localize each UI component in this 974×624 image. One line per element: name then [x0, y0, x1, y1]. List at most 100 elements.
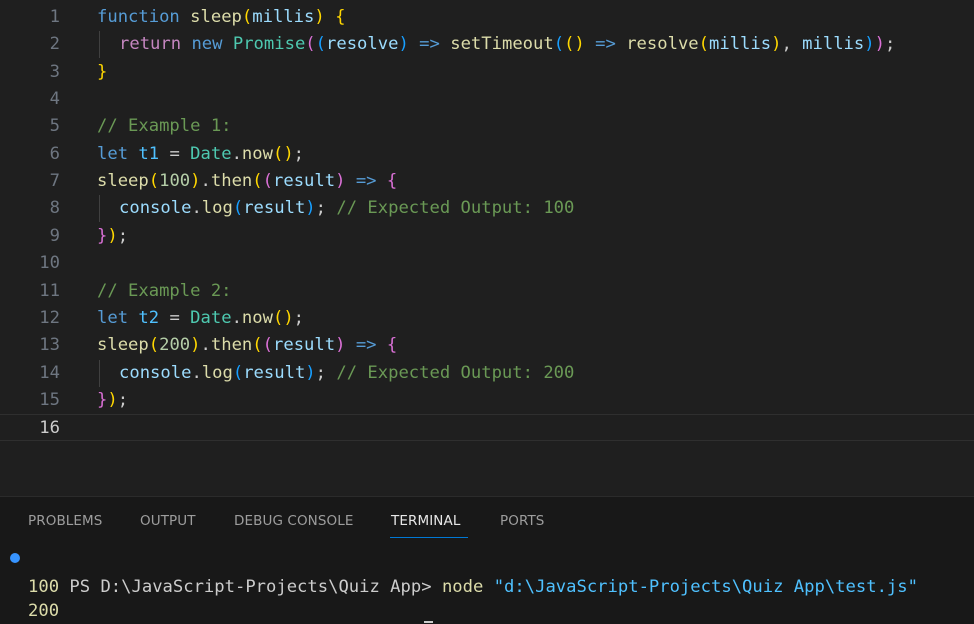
terminal-cursor	[424, 621, 433, 623]
code-token: )	[398, 34, 409, 55]
code-line[interactable]: 7 sleep(100).then((result) => {	[0, 168, 974, 195]
terminal-command-line[interactable]: PS D:\JavaScript-Projects\Quiz App> node…	[28, 550, 918, 597]
code-line[interactable]: 15});	[0, 387, 974, 414]
line-number: 16	[39, 418, 60, 439]
code-token: result	[243, 198, 306, 219]
indent-guide	[99, 31, 100, 59]
active-tab-indicator	[390, 537, 468, 538]
code-text: sleep(200).then((result) => {	[97, 332, 397, 359]
terminal-argument: "d:\JavaScript-Projects\Quiz App\test.js…	[493, 577, 918, 597]
code-token: millis	[252, 7, 315, 27]
code-token: // Expected Output: 100	[336, 198, 575, 219]
code-token: ;	[315, 362, 337, 383]
code-token: .	[231, 143, 242, 164]
line-number: 3	[49, 61, 60, 82]
code-text: });	[97, 387, 128, 414]
code-token: // Example 2:	[97, 280, 232, 301]
code-token: function	[97, 7, 180, 27]
line-number: 5	[49, 116, 60, 137]
code-token: sleep	[97, 335, 149, 356]
code-token: =>	[355, 171, 377, 192]
code-line[interactable]: 4	[0, 86, 974, 113]
line-number: 10	[39, 253, 60, 274]
code-token: Date	[190, 143, 232, 164]
tab-output[interactable]: OUTPUT	[140, 513, 196, 529]
code-text: function sleep(millis) {	[97, 4, 345, 31]
code-token: (	[698, 34, 709, 55]
code-line[interactable]: 9});	[0, 223, 974, 250]
terminal-command: node	[441, 577, 484, 597]
line-number: 15	[39, 389, 60, 410]
code-line[interactable]: 12 let t2 = Date.now();	[0, 305, 974, 332]
code-line[interactable]: 14 console.log(result); // Expected Outpu…	[0, 359, 974, 387]
code-token: // Example 1:	[97, 116, 232, 137]
code-line[interactable]: 8 console.log(result); // Expected Output…	[0, 195, 974, 223]
code-text: console.log(result); // Expected Output:…	[119, 195, 574, 222]
code-token: .	[200, 171, 211, 192]
code-token: }	[97, 389, 108, 410]
code-token: }	[97, 61, 108, 82]
code-text: let t2 = Date.now();	[97, 305, 304, 332]
line-number: 12	[39, 307, 60, 328]
code-token: =>	[355, 335, 377, 356]
terminal-prompt: PS D:\JavaScript-Projects\Quiz App>	[69, 577, 442, 597]
line-number: 7	[49, 171, 60, 192]
code-token: (	[252, 335, 263, 356]
code-token: Date	[190, 307, 232, 328]
code-token: ;	[293, 143, 305, 164]
code-line[interactable]: 3}	[0, 59, 974, 86]
code-line[interactable]: 1 function sleep(millis) {	[0, 4, 974, 31]
code-line[interactable]: 6 let t1 = Date.now();	[0, 141, 974, 168]
code-token: 200	[159, 335, 191, 356]
code-text: });	[97, 223, 128, 250]
code-token: )	[305, 362, 316, 383]
code-token: console	[119, 362, 192, 383]
tab-debug-console[interactable]: DEBUG CONSOLE	[234, 513, 354, 529]
code-token: t1	[138, 143, 160, 164]
code-text: console.log(result); // Expected Output:…	[119, 360, 574, 387]
tab-terminal[interactable]: TERMINAL	[391, 513, 460, 529]
code-token: )	[107, 389, 118, 410]
code-token: setTimeout	[450, 34, 554, 55]
code-token: t2	[138, 307, 160, 328]
line-number: 4	[49, 89, 60, 110]
command-decoration-icon[interactable]	[10, 553, 20, 563]
code-token: ()	[272, 307, 294, 328]
code-token: Promise	[232, 34, 306, 55]
code-line[interactable]: 2 return new Promise((resolve) => setTime…	[0, 31, 974, 59]
code-line[interactable]: 10	[0, 250, 974, 277]
code-editor[interactable]: 1 function sleep(millis) {2 return new Pro…	[0, 0, 974, 496]
code-line[interactable]: 11 // Example 2:	[0, 278, 974, 305]
code-text: sleep(100).then((result) => {	[97, 168, 397, 195]
line-number: 1	[49, 7, 60, 27]
code-token: ;	[315, 198, 337, 219]
code-token: ;	[117, 225, 129, 246]
code-token: )	[335, 335, 346, 356]
code-token: (	[315, 34, 327, 55]
code-token: result	[243, 362, 306, 383]
code-token: then	[210, 171, 253, 192]
code-line[interactable]: 5 // Example 1:	[0, 113, 974, 140]
tab-ports[interactable]: PORTS	[500, 513, 544, 529]
line-number: 9	[49, 225, 60, 246]
code-token: (	[241, 7, 253, 27]
code-token: =>	[419, 34, 440, 55]
tab-problems[interactable]: PROBLEMS	[28, 513, 102, 529]
indent-guide	[99, 359, 100, 387]
code-text: let t1 = Date.now();	[97, 141, 304, 168]
code-token: console	[119, 198, 192, 219]
terminal-output-line: 200	[28, 601, 60, 621]
code-token: ()	[272, 143, 294, 164]
code-line[interactable]: 13 sleep(200).then((result) => {	[0, 332, 974, 359]
code-line[interactable]: 16	[0, 414, 974, 442]
terminal-output-line: 100	[28, 577, 60, 597]
code-token: let	[97, 307, 129, 328]
